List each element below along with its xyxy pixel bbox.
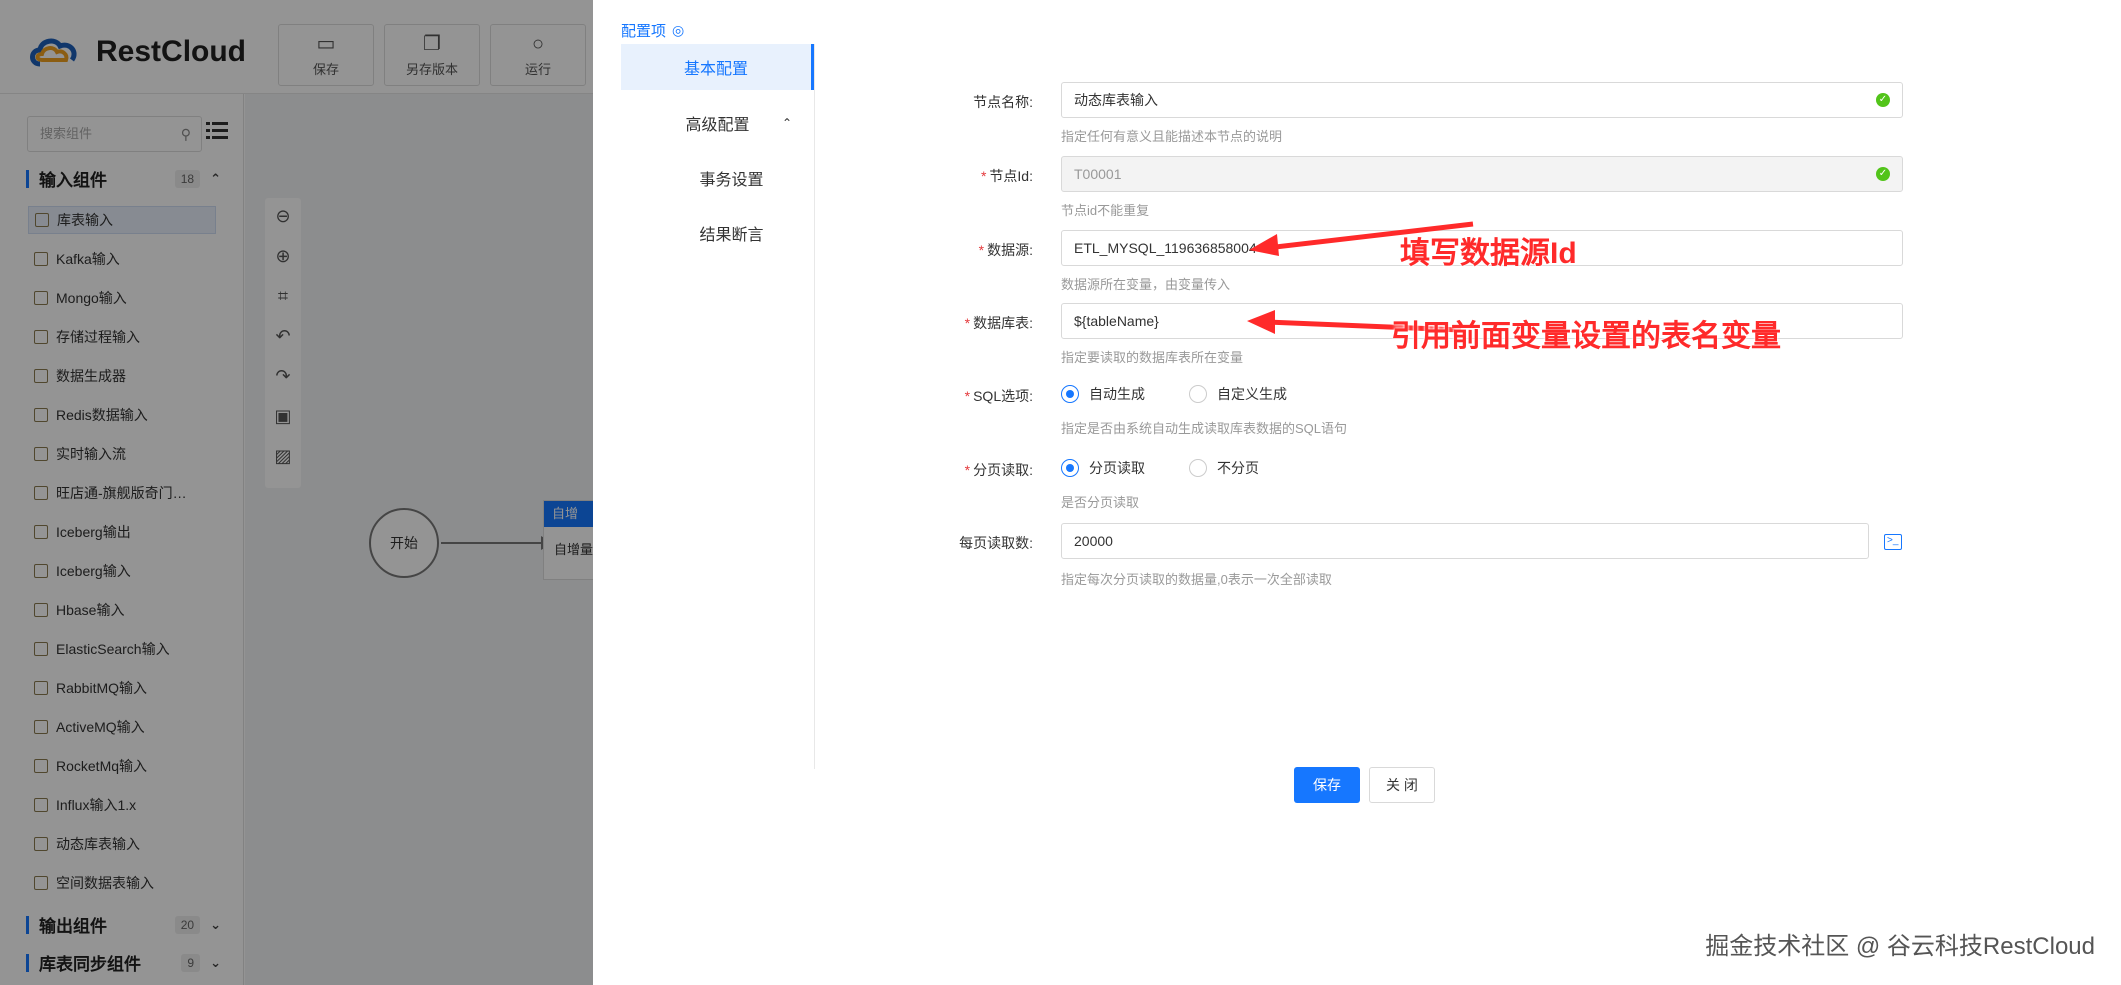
paging-radio-group: 分页读取 不分页 <box>1061 458 1293 478</box>
page-size-value: 20000 <box>1074 533 1113 549</box>
check-circle-icon: ✓ <box>1876 93 1890 107</box>
node-name-input[interactable]: 动态库表输入 ✓ <box>1061 82 1903 118</box>
radio-label: 不分页 <box>1217 460 1259 476</box>
sql-option-label-text: SQL选项: <box>973 388 1033 404</box>
datasource-label: * 数据源: <box>978 242 1033 258</box>
annotation-table-text: 引用前面变量设置的表名变量 <box>1391 320 1781 353</box>
paging-label: * 分页读取: <box>964 462 1033 478</box>
node-id-label-text: 节点Id: <box>989 168 1033 184</box>
sql-option-radio-group: 自动生成 自定义生成 <box>1061 384 1321 404</box>
db-table-label: * 数据库表: <box>964 315 1033 331</box>
chevron-up-icon: ⌃ <box>781 116 792 130</box>
radio-label: 自定义生成 <box>1217 386 1287 402</box>
config-title: 配置项 ◎ <box>621 20 684 41</box>
nav-advanced-config[interactable]: 高级配置 ⌃ <box>621 100 814 146</box>
datasource-value: ETL_MYSQL_119636858004 <box>1074 240 1257 256</box>
paging-help: 是否分页读取 <box>1061 495 1140 510</box>
radio-label: 自动生成 <box>1089 386 1145 402</box>
page-size-help: 指定每次分页读取的数据量,0表示一次全部读取 <box>1061 572 1332 587</box>
paging-option-none[interactable]: 不分页 <box>1189 458 1259 478</box>
node-id-input[interactable]: T00001 ✓ <box>1061 156 1903 192</box>
radio-checked-icon <box>1061 385 1079 403</box>
node-id-value: T00001 <box>1074 166 1122 182</box>
target-icon: ◎ <box>672 22 685 38</box>
modal-overlay[interactable] <box>0 0 593 985</box>
datasource-help: 数据源所在变量，由变量传入 <box>1061 277 1231 292</box>
nav-label: 高级配置 <box>685 117 750 134</box>
nav-result-assertion[interactable]: 结果断言 <box>621 210 814 256</box>
nav-basic-config[interactable]: 基本配置 <box>621 44 814 90</box>
datasource-label-text: 数据源: <box>987 242 1033 258</box>
sql-option-help: 指定是否由系统自动生成读取库表数据的SQL语句 <box>1061 421 1348 436</box>
db-table-help: 指定要读取的数据库表所在变量 <box>1061 350 1244 365</box>
radio-label: 分页读取 <box>1089 460 1145 476</box>
nav-label: 事务设置 <box>699 172 764 189</box>
sql-option-custom[interactable]: 自定义生成 <box>1189 384 1287 404</box>
node-name-help: 指定任何有意义且能描述本节点的说明 <box>1061 129 1283 144</box>
node-name-label: 节点名称: <box>973 94 1033 110</box>
config-title-text: 配置项 <box>621 23 667 40</box>
nav-label: 结果断言 <box>699 227 764 244</box>
nav-transaction-settings[interactable]: 事务设置 <box>621 155 814 201</box>
check-circle-icon: ✓ <box>1876 167 1890 181</box>
node-id-help: 节点id不能重复 <box>1061 203 1150 218</box>
db-table-label-text: 数据库表: <box>973 315 1033 331</box>
sql-option-label: * SQL选项: <box>964 388 1033 404</box>
save-button[interactable]: 保存 <box>1294 767 1360 803</box>
terminal-icon[interactable]: >_ <box>1884 534 1902 550</box>
radio-checked-icon <box>1061 459 1079 477</box>
page-size-label: 每页读取数: <box>959 535 1033 551</box>
paging-option-paged[interactable]: 分页读取 <box>1061 458 1145 478</box>
config-drawer: 配置项 ◎ 基本配置 高级配置 ⌃ 事务设置 结果断言 节点名称: 动态库表输入 … <box>593 0 2121 985</box>
watermark-text: 掘金技术社区 @ 谷云科技RestCloud <box>1705 933 2095 960</box>
sql-option-auto[interactable]: 自动生成 <box>1061 384 1145 404</box>
page-size-input[interactable]: 20000 <box>1061 523 1869 559</box>
annotation-datasource-text: 填写数据源Id <box>1400 237 1577 270</box>
db-table-value: ${tableName} <box>1074 313 1159 329</box>
node-id-label: * 节点Id: <box>980 168 1033 184</box>
node-name-value: 动态库表输入 <box>1074 92 1158 108</box>
nav-label: 基本配置 <box>683 61 748 78</box>
radio-unchecked-icon <box>1189 385 1207 403</box>
config-side-nav: 基本配置 高级配置 ⌃ 事务设置 结果断言 <box>621 44 815 769</box>
close-button[interactable]: 关 闭 <box>1369 767 1435 803</box>
paging-label-text: 分页读取: <box>973 462 1033 478</box>
radio-unchecked-icon <box>1189 459 1207 477</box>
